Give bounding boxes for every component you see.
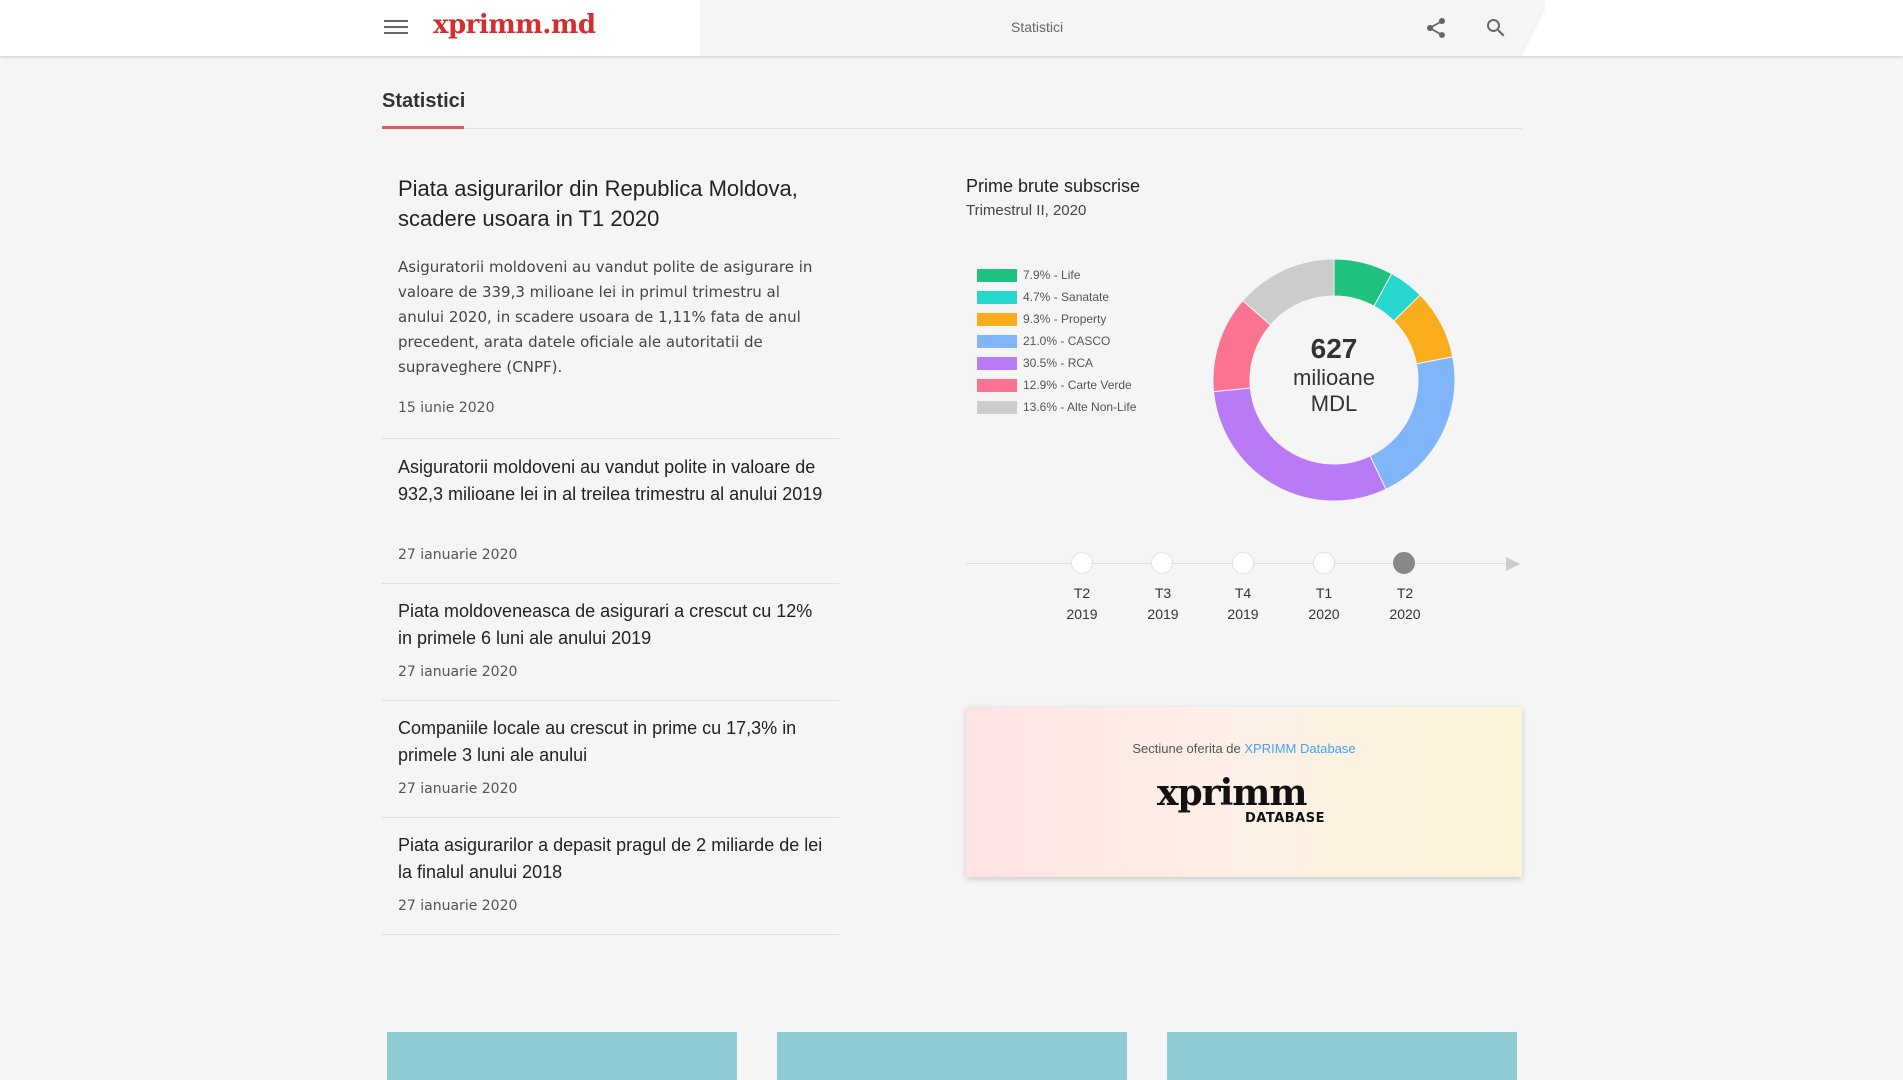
article-date: 27 ianuarie 2020 bbox=[398, 664, 518, 680]
legend-swatch bbox=[977, 378, 1017, 392]
timeline-quarter: T4 bbox=[1234, 585, 1252, 601]
timeline-quarter: T2 bbox=[1396, 585, 1414, 601]
legend-swatch bbox=[977, 290, 1017, 304]
section-title-underline bbox=[382, 126, 464, 129]
featured-article-summary: Asiguratorii moldoveni au vandut polite … bbox=[398, 258, 813, 376]
legend-label: 9.3% - Property bbox=[1023, 312, 1107, 326]
timeline-label-t1-2020[interactable]: T1 2020 bbox=[1294, 583, 1354, 625]
timeline-year: 2019 bbox=[1227, 606, 1259, 622]
timeline-label-t2-2019[interactable]: T2 2019 bbox=[1052, 583, 1112, 625]
database-promo-box: Sectiune oferita de XPRIMM Database xpri… bbox=[966, 707, 1522, 877]
legend-item: 12.9% - Carte Verde bbox=[977, 374, 1136, 396]
database-logo-main: xprimm bbox=[1157, 772, 1307, 814]
legend-item: 21.0% - CASCO bbox=[977, 330, 1136, 352]
timeline-label-t4-2019[interactable]: T4 2019 bbox=[1213, 583, 1273, 625]
top-bar: xprimm.md Statistici bbox=[0, 0, 1903, 56]
xprimm-database-logo[interactable]: xprimm DATABASE bbox=[1157, 772, 1324, 826]
list-divider bbox=[382, 583, 839, 584]
timeline-year: 2019 bbox=[1147, 606, 1179, 622]
article-date: 27 ianuarie 2020 bbox=[398, 547, 518, 563]
timeline-quarter: T3 bbox=[1154, 585, 1172, 601]
timeline-dot-t4-2019[interactable] bbox=[1232, 552, 1254, 574]
legend-label: 30.5% - RCA bbox=[1023, 356, 1094, 370]
legend-item: 9.3% - Property bbox=[977, 308, 1136, 330]
featured-article-title[interactable]: Piata asigurarilor din Republica Moldova… bbox=[398, 174, 828, 234]
legend-swatch bbox=[977, 356, 1017, 370]
share-icon[interactable] bbox=[1424, 16, 1448, 40]
legend-swatch bbox=[977, 400, 1017, 414]
legend-item: 4.7% - Sanatate bbox=[977, 286, 1136, 308]
timeline-label-t3-2019[interactable]: T3 2019 bbox=[1133, 583, 1193, 625]
legend-item: 7.9% - Life bbox=[977, 264, 1136, 286]
top-bar-left-slant bbox=[670, 0, 700, 56]
list-divider bbox=[382, 817, 839, 818]
article-date: 27 ianuarie 2020 bbox=[398, 898, 518, 914]
article-date: 27 ianuarie 2020 bbox=[398, 781, 518, 797]
top-bar-right-panel bbox=[1545, 0, 1903, 56]
bottom-card-1[interactable] bbox=[387, 1032, 737, 1080]
featured-article-date: 15 iunie 2020 bbox=[398, 400, 495, 416]
timeline-dot-t2-2020[interactable] bbox=[1393, 552, 1415, 574]
article-title[interactable]: Companiile locale au crescut in prime cu… bbox=[398, 715, 828, 769]
chart-subtitle: Trimestrul II, 2020 bbox=[966, 202, 1087, 219]
hamburger-menu-icon[interactable] bbox=[384, 17, 408, 39]
search-icon[interactable] bbox=[1484, 16, 1508, 40]
timeline-year: 2020 bbox=[1389, 606, 1421, 622]
article-title[interactable]: Asiguratorii moldoveni au vandut polite … bbox=[398, 454, 828, 508]
legend-label: 12.9% - Carte Verde bbox=[1023, 378, 1132, 392]
timeline-arrow-icon bbox=[1506, 557, 1520, 571]
database-link[interactable]: XPRIMM Database bbox=[1244, 741, 1355, 756]
timeline-year: 2019 bbox=[1066, 606, 1098, 622]
timeline-dot-t3-2019[interactable] bbox=[1151, 552, 1173, 574]
legend-swatch bbox=[977, 268, 1017, 282]
legend-swatch bbox=[977, 312, 1017, 326]
timeline-label-t2-2020[interactable]: T2 2020 bbox=[1375, 583, 1435, 625]
database-logo-sub: DATABASE bbox=[1245, 811, 1325, 826]
donut-total-value: 627 bbox=[1310, 333, 1358, 364]
database-promo-text: Sectiune oferita de XPRIMM Database bbox=[966, 741, 1522, 756]
list-divider bbox=[382, 934, 839, 935]
legend-label: 21.0% - CASCO bbox=[1023, 334, 1111, 348]
donut-center-label: 627 milioane MDL bbox=[1254, 333, 1414, 417]
legend-label: 4.7% - Sanatate bbox=[1023, 290, 1110, 304]
timeline-quarter: T1 bbox=[1315, 585, 1333, 601]
timeline-year: 2020 bbox=[1308, 606, 1340, 622]
list-divider bbox=[382, 438, 839, 439]
site-logo[interactable]: xprimm.md bbox=[433, 10, 596, 40]
legend-label: 13.6% - Alte Non-Life bbox=[1023, 400, 1137, 414]
list-divider bbox=[382, 700, 839, 701]
timeline-quarter: T2 bbox=[1073, 585, 1091, 601]
article-title[interactable]: Piata moldoveneasca de asigurari a cresc… bbox=[398, 598, 828, 652]
chart-legend: 7.9% - Life 4.7% - Sanatate 9.3% - Prope… bbox=[977, 264, 1136, 418]
database-promo-prefix: Sectiune oferita de bbox=[1132, 741, 1241, 756]
timeline-dot-t1-2020[interactable] bbox=[1313, 552, 1335, 574]
bottom-card-3[interactable] bbox=[1167, 1032, 1517, 1080]
page-label: Statistici bbox=[1011, 19, 1064, 35]
bottom-card-2[interactable] bbox=[777, 1032, 1127, 1080]
timeline-dot-t2-2019[interactable] bbox=[1071, 552, 1093, 574]
section-divider bbox=[382, 128, 1522, 129]
legend-label: 7.9% - Life bbox=[1023, 268, 1081, 282]
donut-unit-line-1: milioane bbox=[1293, 365, 1375, 390]
chart-title: Prime brute subscrise bbox=[966, 176, 1141, 196]
legend-item: 30.5% - RCA bbox=[977, 352, 1136, 374]
article-title[interactable]: Piata asigurarilor a depasit pragul de 2… bbox=[398, 832, 828, 886]
donut-unit-line-2: MDL bbox=[1310, 391, 1358, 416]
section-title: Statistici bbox=[382, 90, 466, 112]
legend-item: 13.6% - Alte Non-Life bbox=[977, 396, 1136, 418]
legend-swatch bbox=[977, 334, 1017, 348]
